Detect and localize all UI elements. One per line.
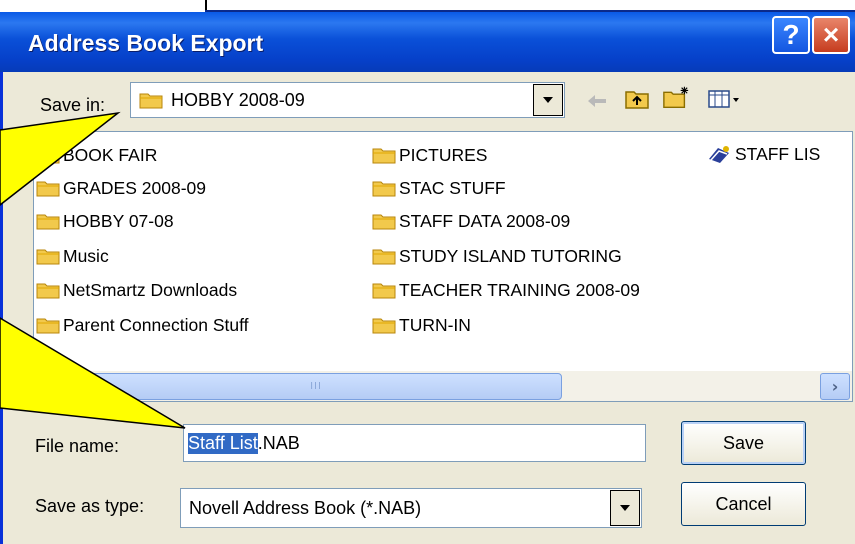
callout-file-name bbox=[0, 317, 186, 429]
callout-overlay bbox=[0, 111, 186, 429]
callout-save-in bbox=[0, 111, 121, 206]
